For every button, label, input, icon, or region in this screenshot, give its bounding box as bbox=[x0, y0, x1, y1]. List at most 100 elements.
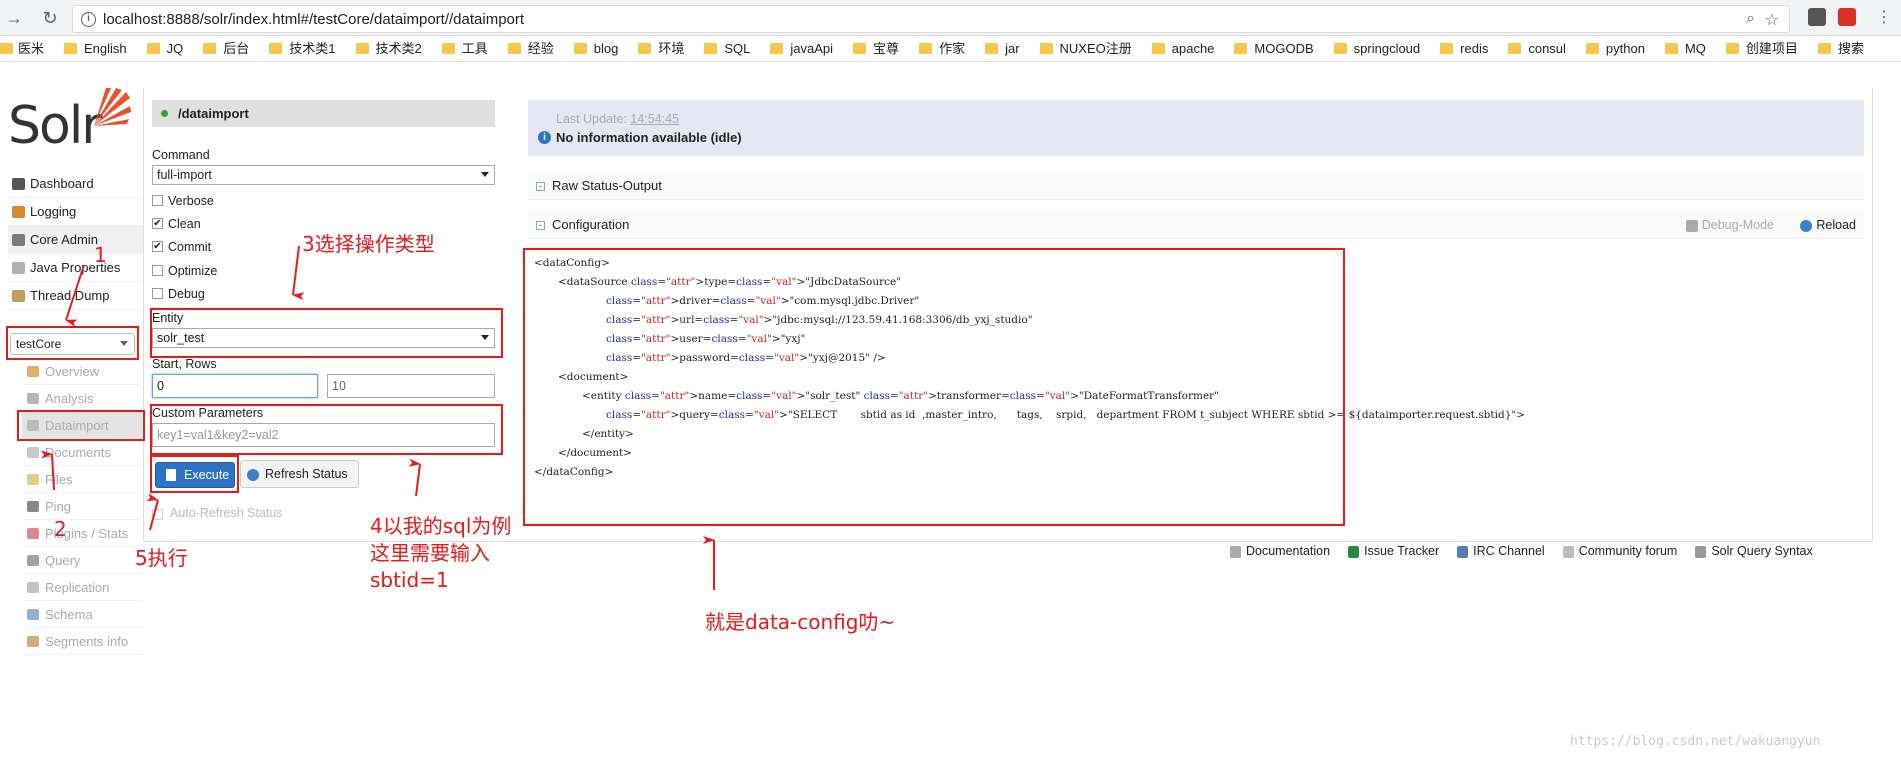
footer-link-community-forum[interactable]: Community forum bbox=[1562, 544, 1677, 558]
bookmark-6[interactable]: 工具 bbox=[441, 36, 488, 61]
bookmark-15[interactable]: NUXEO注册 bbox=[1039, 36, 1132, 61]
extension-red-icon[interactable] bbox=[1838, 8, 1856, 26]
bookmark-17[interactable]: MOGODB bbox=[1234, 36, 1314, 61]
auto-refresh-toggle[interactable]: Auto-Refresh Status bbox=[152, 506, 283, 520]
core-item-documents[interactable]: Documents bbox=[22, 439, 142, 466]
bookmark-label: 搜索 bbox=[1837, 41, 1864, 56]
bookmark-5[interactable]: 技术类2 bbox=[355, 36, 422, 61]
reload-icon[interactable]: ↻ bbox=[38, 6, 62, 30]
bookmark-12[interactable]: 宝尊 bbox=[853, 36, 900, 61]
core-item-query[interactable]: Query bbox=[22, 547, 142, 574]
sidebar-item-thread-dump[interactable]: Thread Dump bbox=[8, 282, 143, 310]
bookmark-label: javaApi bbox=[790, 41, 834, 56]
bookmark-20[interactable]: consul bbox=[1508, 36, 1566, 61]
bookmark-23[interactable]: 创建项目 bbox=[1725, 36, 1798, 61]
folder-icon bbox=[573, 43, 587, 54]
bookmark-21[interactable]: python bbox=[1585, 36, 1645, 61]
core-item-analysis[interactable]: Analysis bbox=[22, 385, 142, 412]
extension-icon[interactable] bbox=[1808, 8, 1826, 26]
footer-link-issue-tracker[interactable]: Issue Tracker bbox=[1348, 544, 1439, 558]
core-item-replication[interactable]: Replication bbox=[22, 574, 142, 601]
annotation-box-core bbox=[6, 326, 139, 360]
footer-link-documentation[interactable]: Documentation bbox=[1230, 544, 1330, 558]
bookmark-18[interactable]: springcloud bbox=[1333, 36, 1420, 61]
bookmark-label: 技术类2 bbox=[375, 41, 422, 56]
bookmark-2[interactable]: JQ bbox=[146, 36, 184, 61]
bookmark-22[interactable]: MQ bbox=[1664, 36, 1706, 61]
checkbox-verbose[interactable]: Verbose bbox=[152, 192, 214, 210]
debug-mode-button[interactable]: Debug-Mode bbox=[1685, 211, 1774, 239]
bookmark-11[interactable]: javaApi bbox=[770, 36, 834, 61]
query-icon bbox=[27, 555, 39, 566]
core-item-segments-info[interactable]: Segments info bbox=[22, 628, 142, 655]
wrench-icon bbox=[1685, 220, 1698, 232]
address-bar[interactable]: i localhost:8888/solr/index.html#/testCo… bbox=[72, 5, 1790, 33]
checkbox-empty-icon[interactable] bbox=[152, 265, 163, 276]
core-item-files[interactable]: Files bbox=[22, 466, 142, 493]
core-item-overview[interactable]: Overview bbox=[22, 358, 142, 385]
folder-icon bbox=[355, 43, 369, 54]
menu-dots-icon[interactable]: ⋮ bbox=[1872, 6, 1896, 30]
bookmark-3[interactable]: 后台 bbox=[203, 36, 249, 61]
info-icon[interactable]: i bbox=[81, 12, 96, 27]
syntax-icon bbox=[1695, 546, 1707, 558]
start-rows-label: Start, Rows bbox=[152, 357, 217, 371]
checkbox-label: Optimize bbox=[168, 264, 218, 278]
checkbox-optimize[interactable]: Optimize bbox=[152, 262, 217, 280]
checkbox-debug[interactable]: Debug bbox=[152, 285, 205, 303]
folder-icon bbox=[1585, 43, 1599, 54]
checkbox-empty-icon[interactable] bbox=[152, 288, 163, 299]
bookmark-14[interactable]: jar bbox=[985, 36, 1020, 61]
sidebar-item-java-properties[interactable]: Java Properties bbox=[8, 254, 143, 282]
core-menu: Overview Analysis Dataimport Documents Files… bbox=[22, 358, 142, 655]
raw-status-toggle[interactable]: - Raw Status-Output bbox=[528, 172, 1864, 200]
bookmark-label: 宝尊 bbox=[873, 41, 900, 56]
refresh-status-button[interactable]: Refresh Status bbox=[240, 460, 359, 488]
bookmark-8[interactable]: blog bbox=[573, 36, 618, 61]
checkbox-checked-icon[interactable]: ✔ bbox=[152, 241, 163, 252]
bookmark-10[interactable]: SQL bbox=[704, 36, 750, 61]
checkbox-commit[interactable]: ✔ Commit bbox=[152, 238, 211, 256]
bookmark-star-icon[interactable]: ☆ bbox=[1765, 10, 1779, 30]
bookmark-9[interactable]: 环境 bbox=[638, 36, 685, 61]
folder-icon bbox=[770, 43, 784, 54]
rows-input[interactable]: 10 bbox=[327, 374, 495, 398]
core-item-plugins-stats[interactable]: Plugins / Stats bbox=[22, 520, 142, 547]
checkbox-checked-icon[interactable]: ✔ bbox=[152, 218, 163, 229]
bookmark-16[interactable]: apache bbox=[1151, 36, 1214, 61]
configuration-header[interactable]: - Configuration Debug-Mode Reload bbox=[528, 211, 1864, 239]
bookmark-label: MOGODB bbox=[1254, 41, 1314, 56]
footer-link-irc-channel[interactable]: IRC Channel bbox=[1457, 544, 1545, 558]
bookmark-13[interactable]: 作家 bbox=[919, 36, 965, 61]
bookmark-label: JQ bbox=[166, 41, 184, 56]
checkbox-clean[interactable]: ✔ Clean bbox=[152, 215, 201, 233]
command-select[interactable]: full-import bbox=[152, 165, 495, 185]
sidebar-item-logging[interactable]: Logging bbox=[8, 198, 143, 226]
bookmark-19[interactable]: redis bbox=[1440, 36, 1488, 61]
sidebar-item-dashboard[interactable]: Dashboard bbox=[8, 170, 143, 198]
bookmark-7[interactable]: 经验 bbox=[507, 36, 554, 61]
bookmark-1[interactable]: English bbox=[64, 36, 127, 61]
footer-link-solr-query-syntax[interactable]: Solr Query Syntax bbox=[1695, 544, 1813, 558]
annotation-4: 4以我的sql为例 这里需要输入 sbtid=1 bbox=[370, 514, 512, 592]
url-text[interactable]: localhost:8888/solr/index.html#/testCore… bbox=[103, 11, 524, 28]
zoom-icon[interactable]: ⌕ bbox=[1746, 10, 1755, 28]
start-input[interactable]: 0 bbox=[152, 374, 318, 398]
checkbox-label: Clean bbox=[168, 217, 201, 231]
sidebar-item-label: Java Properties bbox=[30, 260, 121, 275]
core-item-schema[interactable]: Schema bbox=[22, 601, 142, 628]
folder-icon bbox=[269, 43, 283, 54]
sidebar-item-core-admin[interactable]: Core Admin bbox=[8, 226, 143, 254]
checkbox-empty-icon[interactable] bbox=[152, 195, 163, 206]
bookmark-24[interactable]: 搜索 bbox=[1817, 36, 1864, 61]
annotation-6: 就是data-config叻~ bbox=[705, 610, 896, 634]
solr-logo[interactable]: Solr bbox=[8, 86, 131, 156]
core-item-ping[interactable]: Ping bbox=[22, 493, 142, 520]
forward-icon[interactable]: → bbox=[2, 6, 26, 30]
bookmark-label: MQ bbox=[1684, 41, 1706, 56]
bookmark-0[interactable]: 医米 bbox=[0, 36, 44, 61]
reload-button[interactable]: Reload bbox=[1800, 211, 1856, 239]
bookmark-4[interactable]: 技术类1 bbox=[269, 36, 336, 61]
forum-icon bbox=[1562, 546, 1574, 558]
bookmark-label: 环境 bbox=[658, 41, 685, 56]
